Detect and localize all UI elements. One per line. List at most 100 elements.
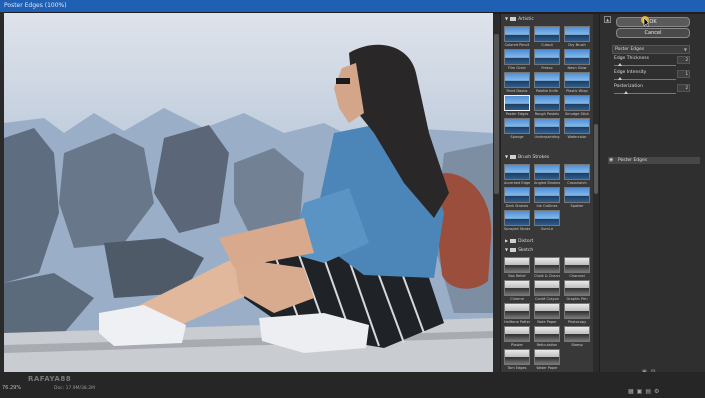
- filter-thumbnail[interactable]: Neon Glow: [564, 49, 590, 70]
- ok-button[interactable]: OK: [616, 17, 690, 27]
- filter-thumbnail-label: Film Grain: [508, 66, 526, 70]
- param-value-field[interactable]: 1: [677, 70, 690, 78]
- filter-preview-image: [504, 187, 530, 203]
- gallery-scroll-thumb[interactable]: [594, 124, 598, 194]
- filter-thumbnail[interactable]: Palette Knife: [534, 72, 560, 93]
- filter-thumbnail-label: Note Paper: [537, 320, 557, 324]
- filter-thumbnail[interactable]: Stamp: [564, 326, 590, 347]
- filter-preview-image: [564, 26, 590, 42]
- filter-thumbnail-label: Reticulation: [536, 343, 558, 347]
- filter-preview-image: [534, 303, 560, 319]
- filter-thumbnail[interactable]: Colored Pencil: [504, 26, 530, 47]
- preview-canvas[interactable]: [4, 13, 493, 373]
- filter-thumbnail-label: Neon Glow: [567, 66, 587, 70]
- filter-thumbnail[interactable]: Plaster: [504, 326, 530, 347]
- filter-thumbnail-label: Smudge Stick: [564, 112, 590, 116]
- filter-thumbnail[interactable]: Charcoal: [564, 257, 590, 278]
- filter-thumbnail[interactable]: Halftone Pattern: [504, 303, 530, 324]
- filter-thumbnail[interactable]: Conté Crayon: [534, 280, 560, 301]
- filter-preview-image: [564, 257, 590, 273]
- filter-thumbnail[interactable]: Watercolor: [564, 118, 590, 139]
- filter-preview-image: [504, 164, 530, 180]
- filter-thumbnail[interactable]: Underpainting: [534, 118, 560, 139]
- filter-thumbnail-label: Bas Relief: [508, 274, 526, 278]
- canvas-scroll-thumb[interactable]: [494, 34, 499, 194]
- filter-thumbnail[interactable]: Torn Edges: [504, 349, 530, 370]
- filter-thumbnail-label: Cutout: [541, 43, 553, 47]
- filter-thumbnail[interactable]: Crosshatch: [564, 164, 590, 185]
- param-value-field[interactable]: 2: [677, 56, 690, 64]
- filter-thumbnail-label: Chalk & Charcoal: [534, 274, 560, 278]
- folder-icon[interactable]: ▤: [645, 388, 654, 395]
- category-0[interactable]: ▼ Artistic: [505, 16, 534, 25]
- category-3[interactable]: ▼ Sketch: [505, 247, 533, 256]
- canvas-vertical-scrollbar[interactable]: [493, 14, 500, 372]
- param-slider-knob[interactable]: [624, 91, 629, 94]
- collapse-gallery-button[interactable]: ▲: [604, 16, 611, 23]
- param-slider-track[interactable]: [614, 79, 676, 80]
- filter-thumbnail[interactable]: Paint Daubs: [504, 72, 530, 93]
- gallery-scrollbar[interactable]: [593, 14, 599, 374]
- param-value-field[interactable]: 2: [677, 84, 690, 92]
- filter-select[interactable]: Poster Edges ▼: [612, 45, 690, 54]
- filter-thumbnail[interactable]: Rough Pastels: [534, 95, 560, 116]
- triangle-right-icon: ▶: [505, 238, 509, 243]
- param-slider-track[interactable]: [614, 93, 676, 94]
- status-bar: 76.29% Doc: 17.9M/38.2M: [0, 372, 705, 398]
- filter-thumbnail[interactable]: Angled Strokes: [534, 164, 560, 185]
- filter-thumbnail[interactable]: Sumi-e: [534, 210, 560, 231]
- filter-thumbnail[interactable]: Sponge: [504, 118, 530, 139]
- filter-thumbnail-label: Halftone Pattern: [504, 320, 530, 324]
- filter-preview-image: [534, 187, 560, 203]
- filter-thumbnail[interactable]: Film Grain: [504, 49, 530, 70]
- filter-thumbnail-label: Torn Edges: [507, 366, 527, 370]
- filter-preview-image: [564, 49, 590, 65]
- filter-thumbnail[interactable]: Note Paper: [534, 303, 560, 324]
- filter-thumbnail[interactable]: Poster Edges: [504, 95, 530, 116]
- filter-preview-image: [534, 26, 560, 42]
- filter-thumbnail[interactable]: Cutout: [534, 26, 560, 47]
- filter-thumbnail[interactable]: Ink Outlines: [534, 187, 560, 208]
- grid-icon[interactable]: ▦: [628, 388, 637, 395]
- filter-thumbnail-label: Poster Edges: [505, 112, 529, 116]
- param-slider-track[interactable]: [614, 65, 676, 66]
- filter-thumbnail[interactable]: Smudge Stick: [564, 95, 590, 116]
- preview-image: [4, 13, 493, 373]
- filter-thumbnail[interactable]: Photocopy: [564, 303, 590, 324]
- category-1[interactable]: ▼ Brush Strokes: [505, 154, 549, 163]
- filter-preview-image: [504, 72, 530, 88]
- filter-thumbnail[interactable]: Sprayed Strokes: [504, 210, 530, 231]
- filter-preview-image: [534, 280, 560, 296]
- triangle-down-icon: ▼: [505, 154, 509, 159]
- eye-icon[interactable]: ◉: [609, 157, 613, 164]
- cancel-button[interactable]: Cancel: [616, 28, 690, 38]
- filter-thumbnail[interactable]: Dry Brush: [564, 26, 590, 47]
- category-2[interactable]: ▶ Distort: [505, 238, 533, 247]
- filter-preview-image: [504, 280, 530, 296]
- settings-icon[interactable]: ⚙: [654, 388, 662, 395]
- category-label: Brush Strokes: [518, 155, 550, 160]
- filter-preview-image: [564, 326, 590, 342]
- filter-preview-image: [534, 72, 560, 88]
- filter-preview-image: [504, 26, 530, 42]
- param-label: Edge Intensity: [614, 70, 647, 75]
- filter-preview-image: [564, 187, 590, 203]
- filter-thumbnail[interactable]: Bas Relief: [504, 257, 530, 278]
- effect-layer-row[interactable]: ◉ Poster Edges: [608, 157, 700, 164]
- filter-thumbnail[interactable]: Dark Strokes: [504, 187, 530, 208]
- filter-thumbnail[interactable]: Spatter: [564, 187, 590, 208]
- filter-thumbnail[interactable]: Accented Edges: [504, 164, 530, 185]
- filter-thumbnail[interactable]: Reticulation: [534, 326, 560, 347]
- filter-thumbnail[interactable]: Water Paper: [534, 349, 560, 370]
- filter-thumbnail[interactable]: Chalk & Charcoal: [534, 257, 560, 278]
- zoom-level[interactable]: 76.29%: [2, 385, 21, 391]
- filter-thumbnail[interactable]: Plastic Wrap: [564, 72, 590, 93]
- filter-thumbnail[interactable]: Graphic Pen: [564, 280, 590, 301]
- param-slider-knob[interactable]: [618, 63, 623, 66]
- filter-thumbnail[interactable]: Chrome: [504, 280, 530, 301]
- filter-thumbnail-label: Charcoal: [569, 274, 585, 278]
- folder-icon: [510, 238, 517, 243]
- param-slider-knob[interactable]: [618, 77, 623, 80]
- filter-thumbnail-label: Angled Strokes: [534, 181, 560, 185]
- filter-thumbnail[interactable]: Fresco: [534, 49, 560, 70]
